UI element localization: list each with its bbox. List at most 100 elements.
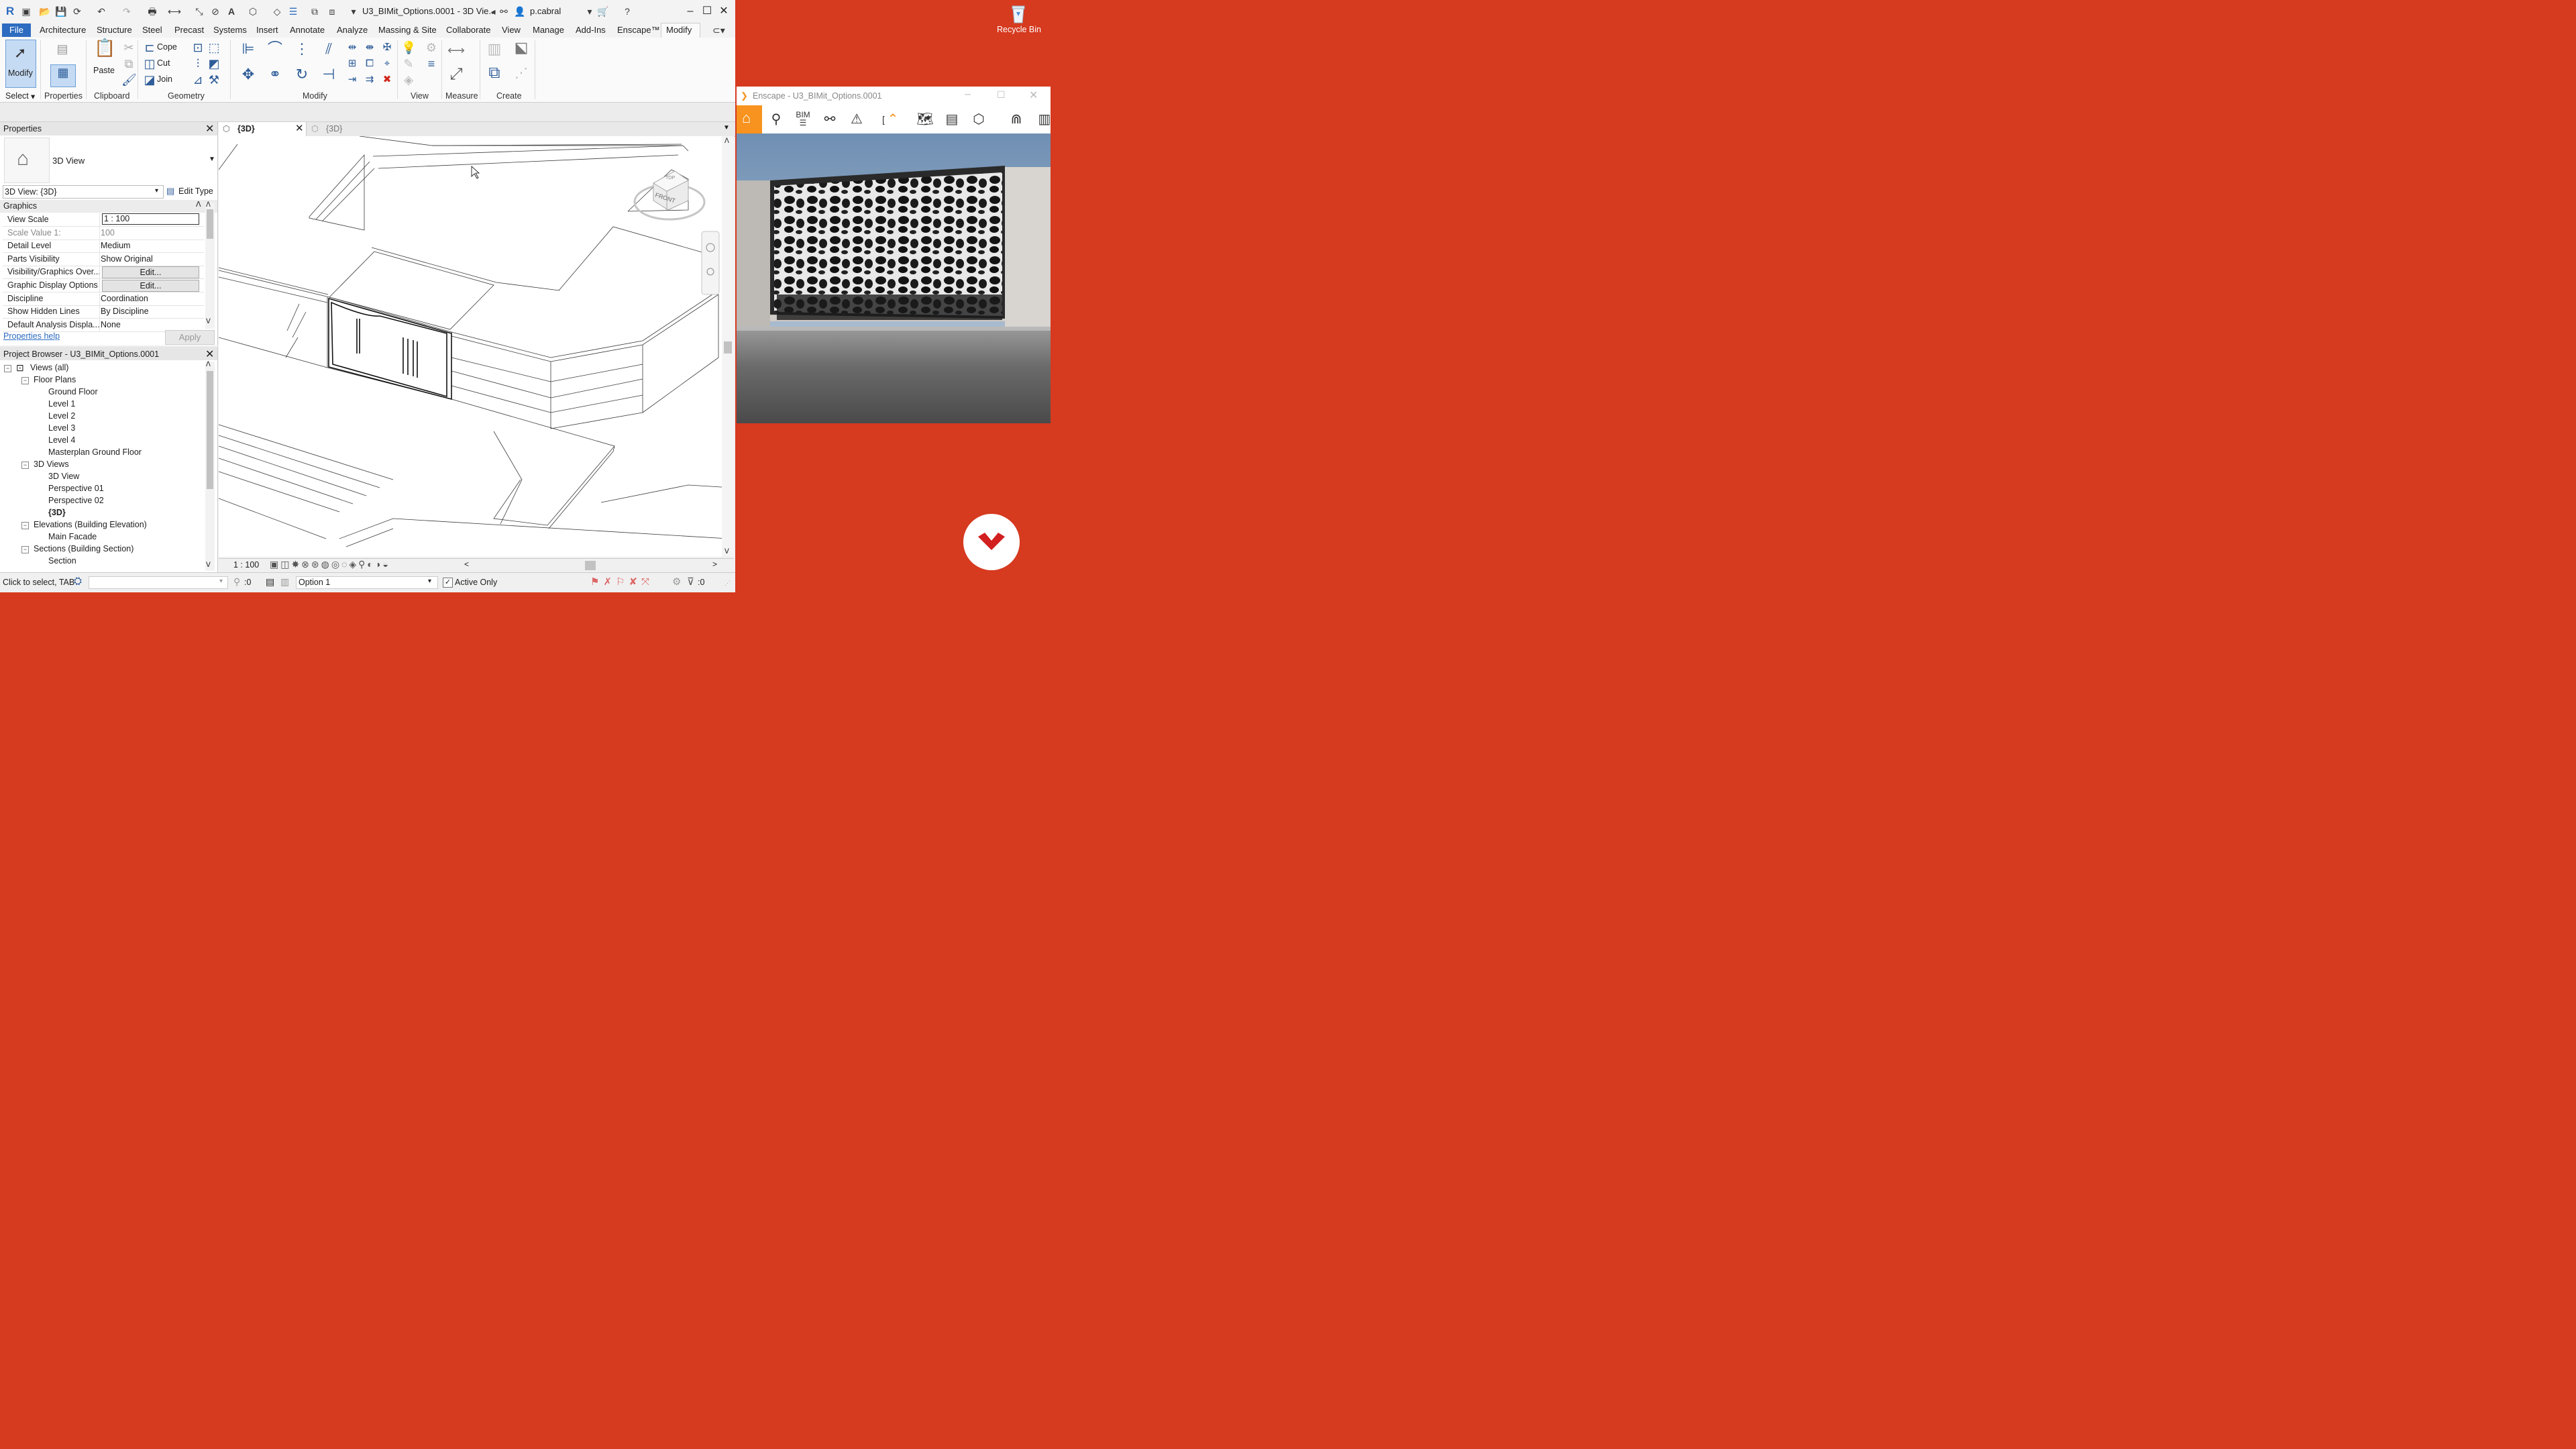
scroll-down-icon[interactable]: ᐯ	[206, 561, 211, 569]
hide-element-icon[interactable]: 💡	[401, 40, 416, 55]
text-icon[interactable]: A	[225, 5, 237, 17]
hammer-icon[interactable]: ⚒	[207, 72, 221, 87]
modify-button[interactable]: ➚ Modify	[5, 40, 36, 88]
mirror-draw-axis-icon[interactable]: ⫽	[319, 42, 338, 60]
override-graphics-icon[interactable]: ⚙	[424, 40, 439, 55]
trim-extend-icon[interactable]: ⊣	[319, 67, 338, 86]
ribbon-toggle-icon[interactable]: ⊂▾	[712, 24, 725, 36]
tab-systems[interactable]: Systems	[213, 25, 247, 35]
aligned-dim-icon[interactable]: ⤢	[445, 66, 467, 87]
tree-collapse-icon[interactable]: −	[21, 522, 29, 529]
copy-icon[interactable]: ⧉	[121, 56, 136, 71]
scroll-up-icon[interactable]: ᐱ	[724, 138, 729, 145]
recycle-bin-label[interactable]: Recycle Bin	[997, 25, 1041, 34]
customize-qat-icon[interactable]: ▾	[347, 5, 360, 17]
maximize-button[interactable]: ☐	[700, 4, 714, 19]
move-icon[interactable]: ✥	[239, 67, 258, 86]
selection-options-icons[interactable]: ⚑✗⚐✘⤧	[590, 576, 653, 588]
browser-close-icon[interactable]: ✕	[205, 347, 214, 361]
tree-collapse-icon[interactable]: −	[4, 365, 11, 372]
tree-item[interactable]: Section	[48, 556, 76, 566]
resize-grip-icon[interactable]: ⋰	[724, 580, 731, 587]
array-icon[interactable]: ⊞	[345, 56, 360, 71]
instance-selector[interactable]: 3D View: {3D} ▾	[3, 185, 164, 199]
property-row[interactable]: Detail Level Medium	[3, 239, 204, 254]
create-similar-icon[interactable]: ⋰	[511, 66, 531, 86]
select-chevron-icon[interactable]: ▾	[31, 91, 35, 101]
tab-massing-site[interactable]: Massing & Site	[378, 25, 437, 35]
paint-icon[interactable]: ◩	[207, 56, 221, 71]
scale-icon[interactable]: ⧠	[362, 56, 377, 71]
walk-mode-icon[interactable]: ⚠	[848, 111, 865, 128]
recycle-bin-icon[interactable]	[1008, 3, 1029, 24]
tree-collapse-icon[interactable]: −	[21, 377, 29, 384]
tree-item[interactable]: Views (all)	[30, 363, 68, 372]
asset-library-icon[interactable]: ▤	[943, 111, 961, 128]
tree-item[interactable]: Level 2	[48, 411, 75, 421]
demolish-icon[interactable]: ⊿	[191, 72, 205, 87]
scroll-down-icon[interactable]: ᐯ	[724, 548, 729, 555]
tree-item[interactable]: Level 1	[48, 399, 75, 409]
type-properties-icon[interactable]: ▤	[52, 42, 72, 60]
hscroll-thumb[interactable]	[585, 561, 596, 570]
edit-type-icon[interactable]: ▤	[166, 186, 174, 197]
join-icon[interactable]: ◪	[142, 72, 157, 87]
mirror-pick-axis-icon[interactable]: ⋮	[292, 42, 311, 60]
home-icon[interactable]: ▣	[20, 5, 32, 17]
tab-architecture[interactable]: Architecture	[40, 25, 86, 35]
join-button[interactable]: Join	[157, 74, 172, 84]
unpin-icon[interactable]: ✠	[380, 40, 394, 55]
save-icon[interactable]: 💾	[55, 5, 67, 17]
print-icon[interactable]: 🖶	[146, 5, 158, 17]
property-value[interactable]: Coordination	[101, 294, 148, 303]
apply-button[interactable]: Apply	[165, 330, 215, 345]
editable-only-icon[interactable]: ⚲	[233, 576, 240, 588]
binoculars-icon[interactable]: ⚯	[821, 111, 839, 128]
scrollbar-thumb[interactable]	[207, 209, 213, 239]
maximize-button[interactable]: ☐	[997, 89, 1006, 101]
create-group-icon[interactable]: ⧉	[483, 65, 506, 86]
offset-icon[interactable]: ⌒	[266, 42, 284, 60]
scroll-right-icon[interactable]: >	[712, 559, 717, 569]
scroll-up-icon[interactable]: ᐱ	[206, 361, 211, 368]
collapse-up-icon[interactable]: ⌃	[884, 111, 902, 128]
paint-view-icon[interactable]: ◈	[401, 72, 416, 87]
tree-item[interactable]: Level 4	[48, 435, 75, 445]
workset-dropdown[interactable]: ▾	[89, 576, 228, 589]
paste-label[interactable]: Paste	[93, 66, 115, 75]
cope-button[interactable]: Cope	[157, 42, 177, 52]
view-scale-control[interactable]: 1 : 100	[233, 560, 259, 570]
design-option-dropdown[interactable]: Option 1 ▾	[296, 576, 438, 589]
graphics-section[interactable]: Graphics ᐱ	[0, 200, 217, 213]
tree-item[interactable]: Ground Floor	[48, 387, 98, 396]
properties-close-icon[interactable]: ✕	[205, 122, 214, 136]
user-icon[interactable]: 👤	[514, 5, 526, 17]
delete-icon[interactable]: ✖	[380, 72, 394, 87]
tree-item[interactable]: Main Facade	[48, 532, 97, 541]
tree-item[interactable]: Level 3	[48, 423, 75, 433]
active-only-checkbox[interactable]: ✓	[443, 578, 453, 588]
trim-multiple-icon[interactable]: ⇉	[362, 72, 377, 87]
material-editor-icon[interactable]: ⋒	[1008, 111, 1025, 128]
sync-icon[interactable]: ⟳	[71, 5, 83, 17]
cart-icon[interactable]: 🛒	[597, 5, 609, 17]
select-dropdown[interactable]: Select	[5, 91, 29, 101]
switch-windows-icon[interactable]: ⧈	[326, 5, 338, 17]
chevron-down-icon[interactable]: ▾	[584, 5, 596, 17]
section-icon[interactable]: ◇	[271, 5, 283, 17]
tab-3d-active[interactable]: ⬡ {3D} ✕	[219, 122, 307, 136]
main-model-icon[interactable]: ▥	[280, 576, 289, 588]
minimize-button[interactable]: –	[683, 4, 698, 19]
tree-item[interactable]: {3D}	[48, 508, 66, 517]
pin-icon[interactable]: ⌖	[380, 56, 394, 71]
property-row[interactable]: Visibility/Graphics Over... Edit...	[3, 266, 204, 280]
view-control-icons[interactable]: ▣◫✸⊗⊛◍◎◌◈⚲◐◑◒	[270, 559, 390, 570]
type-dropdown-icon[interactable]: ▼	[209, 156, 215, 163]
tab-structure[interactable]: Structure	[97, 25, 132, 35]
property-edit-button[interactable]: Edit...	[102, 280, 199, 292]
properties-help-link[interactable]: Properties help	[3, 331, 60, 341]
measure-between-icon[interactable]: ⟷	[445, 43, 467, 58]
edit-type-button[interactable]: Edit Type	[178, 186, 213, 196]
property-edit-button[interactable]: Edit...	[102, 266, 199, 279]
create-assembly-icon[interactable]: ▥	[484, 42, 504, 60]
